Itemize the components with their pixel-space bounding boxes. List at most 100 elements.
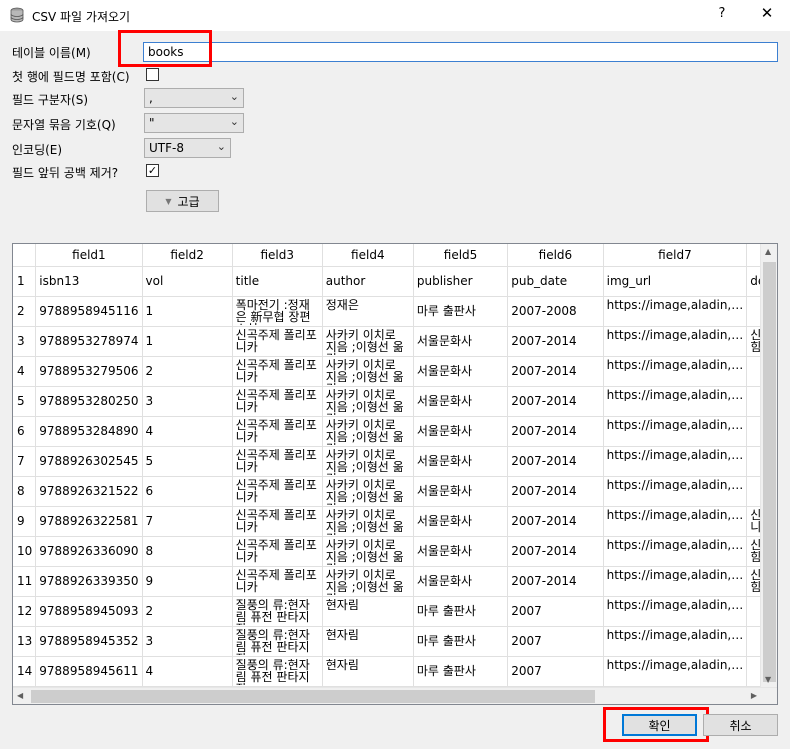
table-cell: 서울문화사 bbox=[413, 326, 509, 357]
advanced-button[interactable]: ▼ 고급 bbox=[146, 190, 219, 212]
cell-text: 사카키 이치로 지음 ;이형선 옮김 bbox=[325, 478, 404, 505]
table-row[interactable]: 1497889589456114질풍의 류:현자림 퓨전 판타지 장… 현자림 마루… bbox=[13, 656, 777, 687]
encoding-select[interactable]: UTF-8 ⌄ bbox=[144, 138, 231, 158]
table-cell: 9788926339350 bbox=[35, 566, 143, 597]
cell-text: 신곡주제 폴리포니카 bbox=[235, 508, 317, 533]
table-cell: 9788926336090 bbox=[35, 536, 143, 567]
column-header-1[interactable]: field1 bbox=[35, 244, 143, 267]
advanced-button-label: 고급 bbox=[177, 194, 200, 209]
separator-select[interactable]: , ⌄ bbox=[144, 88, 244, 108]
preview-grid[interactable]: field1 field2 field3 field4 field5 field6 fiel… bbox=[12, 243, 778, 705]
table-cell: 9788926322581 bbox=[35, 506, 143, 537]
cell-text: 사카키 이치로 지음 ;이형선 옮김 bbox=[325, 358, 404, 385]
table-cell: author bbox=[322, 266, 414, 297]
table-row[interactable]: 7 9788926302545 5 신곡주제 폴리포니카 사카키 이치로 지음 ;이형선… bbox=[13, 446, 777, 477]
table-cell: 마루 출판사 bbox=[413, 296, 509, 327]
row-number: 7 bbox=[13, 446, 37, 477]
table-cell: 9788953278974 bbox=[35, 326, 143, 357]
scroll-right-icon[interactable]: ▶ bbox=[751, 691, 757, 700]
table-cell: 신곡주제 폴리포니카 bbox=[232, 536, 323, 567]
quote-select[interactable]: " ⌄ bbox=[144, 113, 244, 133]
table-row[interactable]: 4 9788953279506 2 신곡주제 폴리포니카 사카키 이치로 지음 ;이형선… bbox=[13, 356, 777, 387]
table-row[interactable]: 1397889589453523질풍의 류:현자림 퓨전 판타지 장… 현자림 마루… bbox=[13, 626, 777, 657]
table-cell: 현자림 bbox=[322, 596, 414, 627]
cell-text: 사카키 이치로 지음 ;이형선 옮김 bbox=[325, 418, 404, 445]
table-cell: 사카키 이치로 지음 ;이형선 옮김 bbox=[322, 536, 414, 567]
table-cell: https://image,aladin,… bbox=[603, 656, 748, 687]
scroll-down-icon[interactable]: ▼ bbox=[765, 675, 771, 684]
preview-table: field1 field2 field3 field4 field5 field6 fiel… bbox=[13, 244, 777, 687]
table-cell: 9788958945611 bbox=[35, 656, 143, 687]
table-cell: 4 bbox=[142, 656, 233, 687]
trim-label: 필드 앞뒤 공백 제거? bbox=[12, 166, 119, 180]
row-number: 13 bbox=[13, 626, 37, 657]
table-cell: 9788958945093 bbox=[35, 596, 143, 627]
table-row[interactable]: 1297889589450932질풍의 류:현자림 퓨전 판타지 장… 현자림 마루… bbox=[13, 596, 777, 627]
cell-text: 정재은 bbox=[325, 298, 359, 311]
table-cell: title bbox=[232, 266, 323, 297]
table-cell: 2007-2014 bbox=[507, 416, 604, 447]
table-row[interactable]: 9 9788926322581 7 신곡주제 폴리포니카 사카키 이치로 지음 ;이형선… bbox=[13, 506, 777, 537]
table-cell: https://image,aladin,… bbox=[603, 296, 748, 327]
column-header-3[interactable]: field3 bbox=[232, 244, 323, 267]
table-row[interactable]: 297889589451161폭마전기 :정재은 新무협 장편소설 정재은 마루 출… bbox=[13, 296, 777, 327]
encoding-label: 인코딩(E) bbox=[12, 143, 63, 157]
table-cell: 2007-2014 bbox=[507, 386, 604, 417]
table-row[interactable]: 11 9788926339350 9 신곡주제 폴리포니카 사카키 이치로 지음 ;이형… bbox=[13, 566, 777, 597]
row-number: 2 bbox=[13, 296, 37, 327]
cancel-button[interactable]: 취소 bbox=[703, 714, 778, 736]
table-cell: 신곡주제 폴리포니카 bbox=[232, 416, 323, 447]
table-cell: https://image,aladin,… bbox=[603, 386, 748, 417]
cell-text: https://image,aladin,… bbox=[606, 298, 744, 311]
cell-text: 질풍의 류:현자림 퓨전 판타지 장… bbox=[235, 628, 310, 655]
table-row[interactable]: 6 9788953284890 4 신곡주제 폴리포니카 사카키 이치로 지음 ;이형선… bbox=[13, 416, 777, 447]
table-name-input[interactable]: books bbox=[143, 42, 778, 62]
table-cell: 2007-2014 bbox=[507, 326, 604, 357]
table-cell: 마루 출판사 bbox=[413, 626, 509, 657]
table-cell: 9788953280250 bbox=[35, 386, 143, 417]
table-cell: 사카키 이치로 지음 ;이형선 옮김 bbox=[322, 356, 414, 387]
column-header-7[interactable]: field7 bbox=[603, 244, 748, 267]
vertical-scrollbar[interactable]: ▲ ▼ bbox=[760, 244, 777, 687]
table-cell: publisher bbox=[413, 266, 509, 297]
table-cell: 2007-2014 bbox=[507, 446, 604, 477]
cell-text: 신곡주제 폴리포니카 bbox=[235, 538, 317, 563]
cell-text: 신곡주제 폴리포니카 bbox=[235, 478, 317, 503]
table-row[interactable]: 3 9788953278974 1 신곡주제 폴리포니카 사카키 이치로 지음 ;이형선… bbox=[13, 326, 777, 357]
column-header-4[interactable]: field4 bbox=[322, 244, 414, 267]
column-header-5[interactable]: field5 bbox=[413, 244, 509, 267]
table-row[interactable]: 5 9788953280250 3 신곡주제 폴리포니카 사카키 이치로 지음 ;이형선… bbox=[13, 386, 777, 417]
table-cell: 3 bbox=[142, 626, 233, 657]
first-row-checkbox[interactable] bbox=[146, 68, 159, 81]
help-button[interactable]: ? bbox=[712, 6, 732, 26]
table-cell: 2 bbox=[142, 356, 233, 387]
horizontal-scrollbar[interactable]: ◀ ▶ bbox=[13, 687, 777, 704]
table-cell: 질풍의 류:현자림 퓨전 판타지 장… bbox=[232, 626, 323, 657]
table-cell: https://image,aladin,… bbox=[603, 536, 748, 567]
table-cell: 질풍의 류:현자림 퓨전 판타지 장… bbox=[232, 596, 323, 627]
close-button[interactable]: ✕ bbox=[756, 4, 778, 26]
title-bar: CSV 파일 가져오기 ? ✕ bbox=[0, 0, 790, 31]
table-cell: 서울문화사 bbox=[413, 446, 509, 477]
cell-text: https://image,aladin,… bbox=[606, 418, 744, 431]
row-number: 12 bbox=[13, 596, 37, 627]
scroll-up-icon[interactable]: ▲ bbox=[765, 247, 771, 256]
trim-checkbox[interactable]: ✓ bbox=[146, 164, 159, 177]
row-number: 10 bbox=[13, 536, 37, 567]
vertical-scroll-thumb[interactable] bbox=[763, 262, 776, 682]
scroll-left-icon[interactable]: ◀ bbox=[17, 691, 23, 700]
table-cell: 6 bbox=[142, 476, 233, 507]
column-header-2[interactable]: field2 bbox=[142, 244, 233, 267]
cell-text: https://image,aladin,… bbox=[606, 568, 744, 581]
table-row[interactable]: 10 9788926336090 8 신곡주제 폴리포니카 사카키 이치로 지음 ;이형… bbox=[13, 536, 777, 567]
table-name-label: 테이블 이름(M) bbox=[12, 46, 91, 60]
table-cell: 신곡주제 폴리포니카 bbox=[232, 386, 323, 417]
cell-text: 사카키 이치로 지음 ;이형선 옮김 bbox=[325, 538, 404, 565]
table-cell: 2007 bbox=[507, 656, 604, 687]
table-cell: 사카키 이치로 지음 ;이형선 옮김 bbox=[322, 476, 414, 507]
column-header-6[interactable]: field6 bbox=[507, 244, 604, 267]
horizontal-scroll-thumb[interactable] bbox=[31, 690, 595, 703]
table-row[interactable]: 8 9788926321522 6 신곡주제 폴리포니카 사카키 이치로 지음 ;이형선… bbox=[13, 476, 777, 507]
table-row[interactable]: 1 isbn13 vol title author publisher pub_date im… bbox=[13, 266, 777, 297]
table-cell: 2007-2014 bbox=[507, 356, 604, 387]
